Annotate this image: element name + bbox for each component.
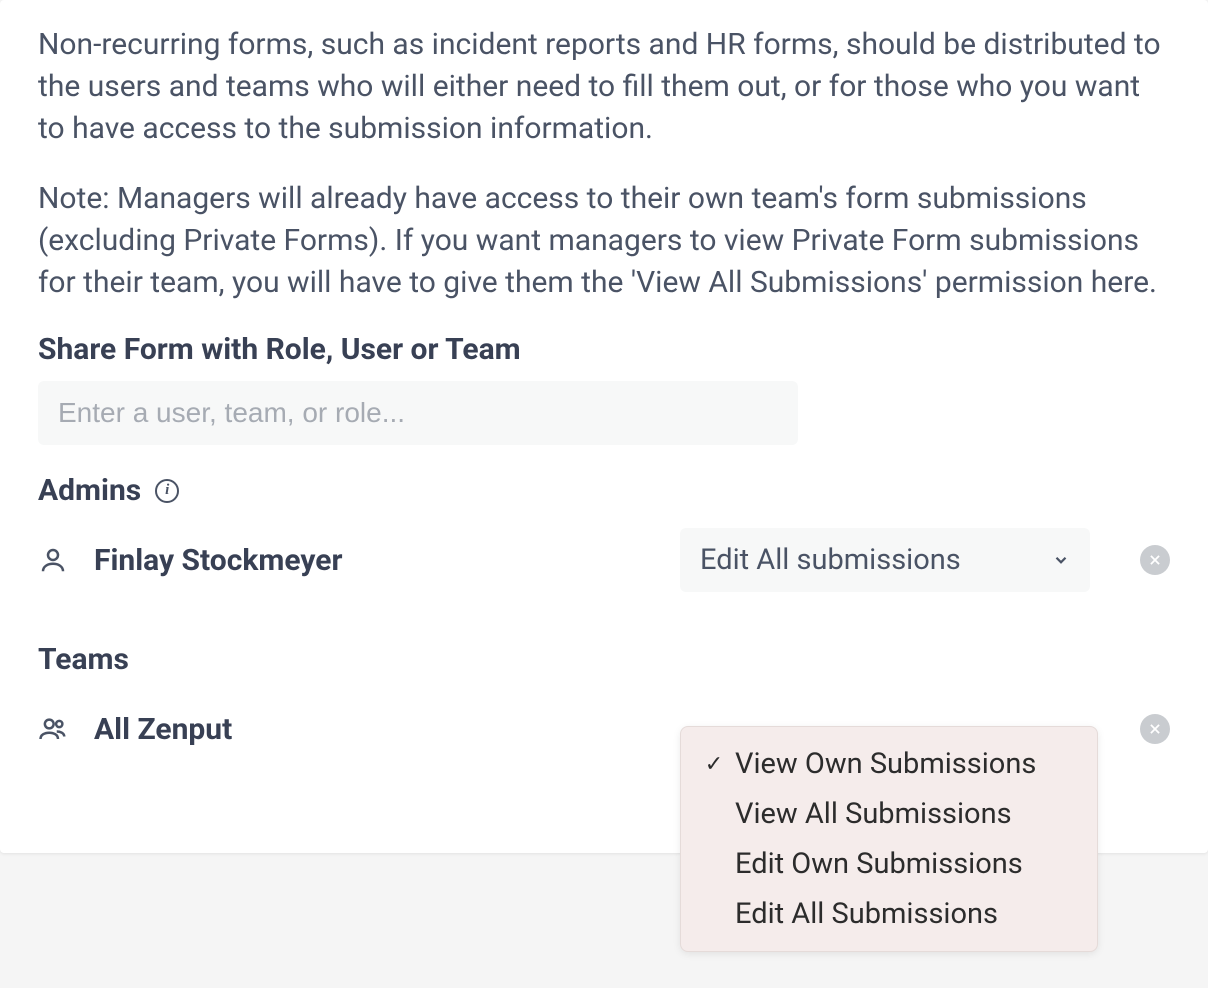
permission-dropdown-value: Edit All submissions	[700, 543, 961, 577]
note-text: Note: Managers will already have access …	[38, 178, 1170, 304]
admin-name: Finlay Stockmeyer	[94, 543, 654, 578]
check-icon: ✓	[703, 752, 725, 777]
permission-option-edit-own[interactable]: Edit Own Submissions	[681, 839, 1097, 889]
share-search-input[interactable]	[38, 381, 798, 445]
permission-dropdown-menu: ✓ View Own Submissions View All Submissi…	[680, 726, 1098, 952]
admins-heading: Admins	[38, 473, 141, 508]
teams-heading-row: Teams	[38, 642, 1170, 677]
permission-option-edit-all[interactable]: Edit All Submissions	[681, 889, 1097, 939]
permission-option-label: View All Submissions	[735, 797, 1012, 831]
permission-option-label: Edit Own Submissions	[735, 847, 1023, 881]
people-icon	[38, 714, 68, 744]
person-icon	[38, 545, 68, 575]
remove-button[interactable]	[1140, 545, 1170, 575]
permission-option-view-all[interactable]: View All Submissions	[681, 789, 1097, 839]
share-heading: Share Form with Role, User or Team	[38, 332, 1170, 367]
admin-row: Finlay Stockmeyer Edit All submissions	[38, 528, 1170, 592]
info-icon[interactable]: i	[155, 479, 179, 503]
remove-button[interactable]	[1140, 714, 1170, 744]
permission-option-label: View Own Submissions	[735, 747, 1036, 781]
permission-option-view-own[interactable]: ✓ View Own Submissions	[681, 739, 1097, 789]
teams-heading: Teams	[38, 642, 129, 677]
admins-heading-row: Admins i	[38, 473, 1170, 508]
team-name: All Zenput	[94, 712, 654, 747]
description-text: Non-recurring forms, such as incident re…	[38, 24, 1170, 150]
chevron-down-icon	[1052, 551, 1070, 569]
permission-option-label: Edit All Submissions	[735, 897, 998, 931]
permission-dropdown[interactable]: Edit All submissions	[680, 528, 1090, 592]
